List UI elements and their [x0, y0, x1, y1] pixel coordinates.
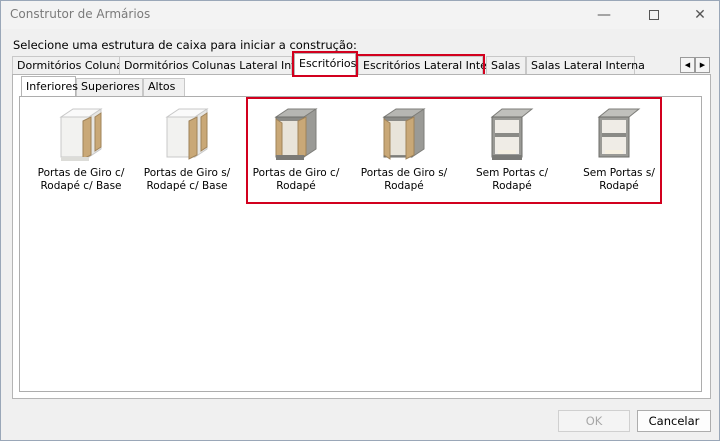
item-label: Portas de Giro c/Rodapé — [252, 167, 340, 192]
maximize-button[interactable] — [631, 1, 677, 29]
tab-superiores[interactable]: Superiores — [76, 78, 143, 96]
cabinet-item[interactable]: Sem Portas c/Rodapé — [459, 103, 565, 203]
cabinet-doors-plinth-base-icon — [59, 108, 103, 161]
dialog-window: Construtor de Armários — ✕ Selecione uma… — [0, 0, 720, 441]
item-label: Portas de Giro s/Rodapé c/ Base — [143, 167, 231, 192]
tab-salas-lateral-interna[interactable]: Salas Lateral Interna — [526, 56, 645, 75]
close-button[interactable]: ✕ — [677, 1, 720, 29]
tab-inferiores[interactable]: Inferiores — [21, 76, 78, 96]
cabinet-doors-no-plinth-icon — [382, 108, 426, 160]
tab-altos[interactable]: Altos — [143, 78, 185, 96]
scroll-left-button[interactable]: ◀ — [680, 57, 695, 73]
scroll-right-button[interactable]: ▶ — [695, 57, 710, 73]
item-label: Sem Portas c/Rodapé — [475, 167, 549, 192]
cabinet-item[interactable]: Portas de Giro c/Rodapé c/ Base — [28, 103, 134, 203]
tab-escritorios[interactable]: Escritórios — [292, 51, 358, 77]
cancel-button[interactable]: Cancelar — [637, 410, 711, 432]
cabinet-item[interactable]: Sem Portas s/Rodapé — [566, 103, 672, 203]
open-cabinet-plinth-icon — [490, 108, 534, 160]
tab-scroll-buttons: ◀ ▶ — [680, 57, 710, 73]
window-title: Construtor de Armários — [10, 7, 151, 21]
maximize-icon — [649, 10, 659, 20]
cabinet-item[interactable]: Portas de Giro s/Rodapé c/ Base — [134, 103, 240, 203]
item-label: Portas de Giro s/Rodapé — [360, 167, 448, 192]
open-cabinet-no-plinth-icon — [597, 108, 641, 158]
title-bar: Construtor de Armários — ✕ — [1, 1, 719, 29]
tab-escritorios-lateral-interna[interactable]: Escritórios Lateral Interna — [356, 54, 505, 77]
minimize-button[interactable]: — — [581, 1, 627, 29]
close-icon: ✕ — [694, 7, 706, 23]
tab-dormitorios-colunas[interactable]: Dormitórios Colunas — [12, 56, 129, 75]
cabinet-doors-base-icon — [165, 108, 209, 160]
cabinet-item[interactable]: Portas de Giro s/Rodapé — [351, 103, 457, 203]
tab-dormitorios-colunas-lateral-interna[interactable]: Dormitórios Colunas Lateral Interna — [119, 56, 320, 75]
item-label: Sem Portas s/Rodapé — [583, 167, 655, 192]
minimize-icon: — — [597, 7, 611, 23]
tab-salas[interactable]: Salas — [486, 56, 526, 75]
cabinet-doors-plinth-icon — [274, 108, 318, 160]
chevron-right-icon: ▶ — [699, 61, 706, 69]
instruction-text: Selecione uma estrutura de caixa para in… — [13, 38, 357, 52]
category-panel: Inferiores Superiores Altos Portas de Gi… — [12, 74, 711, 399]
ok-button[interactable]: OK — [558, 410, 630, 432]
cabinet-item[interactable]: Portas de Giro c/Rodapé — [243, 103, 349, 203]
chevron-left-icon: ◀ — [684, 61, 691, 69]
cabinet-gallery: Portas de Giro c/Rodapé c/ Base Portas d… — [19, 96, 702, 392]
item-label: Portas de Giro c/Rodapé c/ Base — [37, 167, 125, 192]
